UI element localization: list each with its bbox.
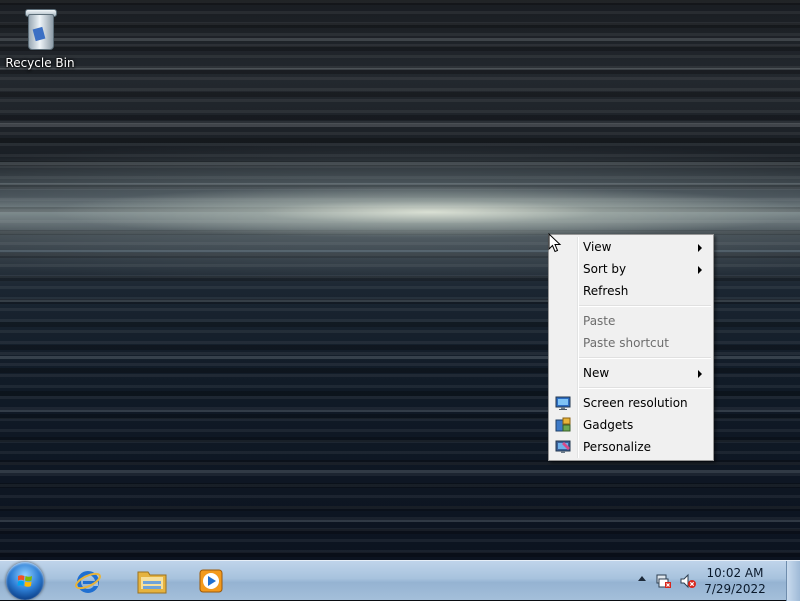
network-icon[interactable] <box>656 573 672 589</box>
menu-separator <box>579 305 711 307</box>
wallpaper-streak <box>0 123 800 127</box>
desktop-icon-label: Recycle Bin <box>5 56 75 70</box>
wallpaper-streak <box>0 183 800 185</box>
menu-item-label: Gadgets <box>583 418 634 432</box>
taskbar: 10:02 AM 7/29/2022 <box>0 560 800 601</box>
personalize-icon <box>555 440 571 453</box>
volume-muted-icon[interactable] <box>680 573 696 589</box>
recycle-bin-icon <box>22 6 58 52</box>
menu-item-paste: Paste <box>551 310 711 332</box>
start-button[interactable] <box>6 562 44 600</box>
menu-item-sort-by[interactable]: Sort by <box>551 258 711 280</box>
windows-media-player-icon <box>199 569 223 593</box>
mouse-cursor-icon <box>548 233 562 253</box>
clock-time: 10:02 AM <box>706 566 764 580</box>
menu-item-label: Refresh <box>583 284 629 298</box>
wallpaper-streak <box>0 162 800 165</box>
menu-item-personalize[interactable]: Personalize <box>551 436 711 458</box>
screen-resolution-icon <box>555 396 571 410</box>
submenu-arrow-icon <box>698 266 702 274</box>
menu-separator <box>579 387 711 389</box>
menu-item-paste-shortcut: Paste shortcut <box>551 332 711 354</box>
menu-item-label: View <box>583 240 612 254</box>
menu-item-view[interactable]: View <box>551 236 711 258</box>
desktop-context-menu: View Sort by Refresh Paste Paste shortcu… <box>548 234 714 461</box>
wallpaper-streak <box>0 470 800 473</box>
menu-item-label: Screen resolution <box>583 396 688 410</box>
wallpaper-streak <box>0 68 800 70</box>
internet-explorer-icon <box>75 571 101 593</box>
menu-item-label: New <box>583 366 610 380</box>
menu-item-refresh[interactable]: Refresh <box>551 280 711 302</box>
taskbar-internet-explorer[interactable] <box>60 563 116 599</box>
taskbar-windows-explorer[interactable] <box>122 563 178 599</box>
menu-item-gadgets[interactable]: Gadgets <box>551 414 711 436</box>
submenu-arrow-icon <box>698 244 702 252</box>
show-desktop-button[interactable] <box>786 561 800 601</box>
show-hidden-icons-chevron-icon[interactable] <box>638 576 646 581</box>
wallpaper-streak <box>0 38 800 41</box>
menu-item-new[interactable]: New <box>551 362 711 384</box>
gadgets-icon <box>555 417 571 432</box>
menu-item-label: Paste shortcut <box>583 336 669 350</box>
taskbar-clock[interactable]: 10:02 AM 7/29/2022 <box>704 565 766 597</box>
menu-separator <box>579 357 711 359</box>
menu-item-label: Paste <box>583 314 616 328</box>
taskbar-windows-media-player[interactable] <box>183 563 239 599</box>
wallpaper-streak <box>0 520 800 522</box>
desktop-icon-recycle-bin[interactable]: Recycle Bin <box>4 6 76 70</box>
menu-item-label: Sort by <box>583 262 627 276</box>
windows-start-orb-icon <box>17 575 32 587</box>
menu-item-label: Personalize <box>583 440 652 454</box>
menu-item-screen-resolution[interactable]: Screen resolution <box>551 392 711 414</box>
windows-explorer-icon <box>137 571 167 594</box>
submenu-arrow-icon <box>698 370 702 378</box>
notification-area: 10:02 AM 7/29/2022 <box>638 561 772 601</box>
clock-date: 7/29/2022 <box>704 582 766 596</box>
